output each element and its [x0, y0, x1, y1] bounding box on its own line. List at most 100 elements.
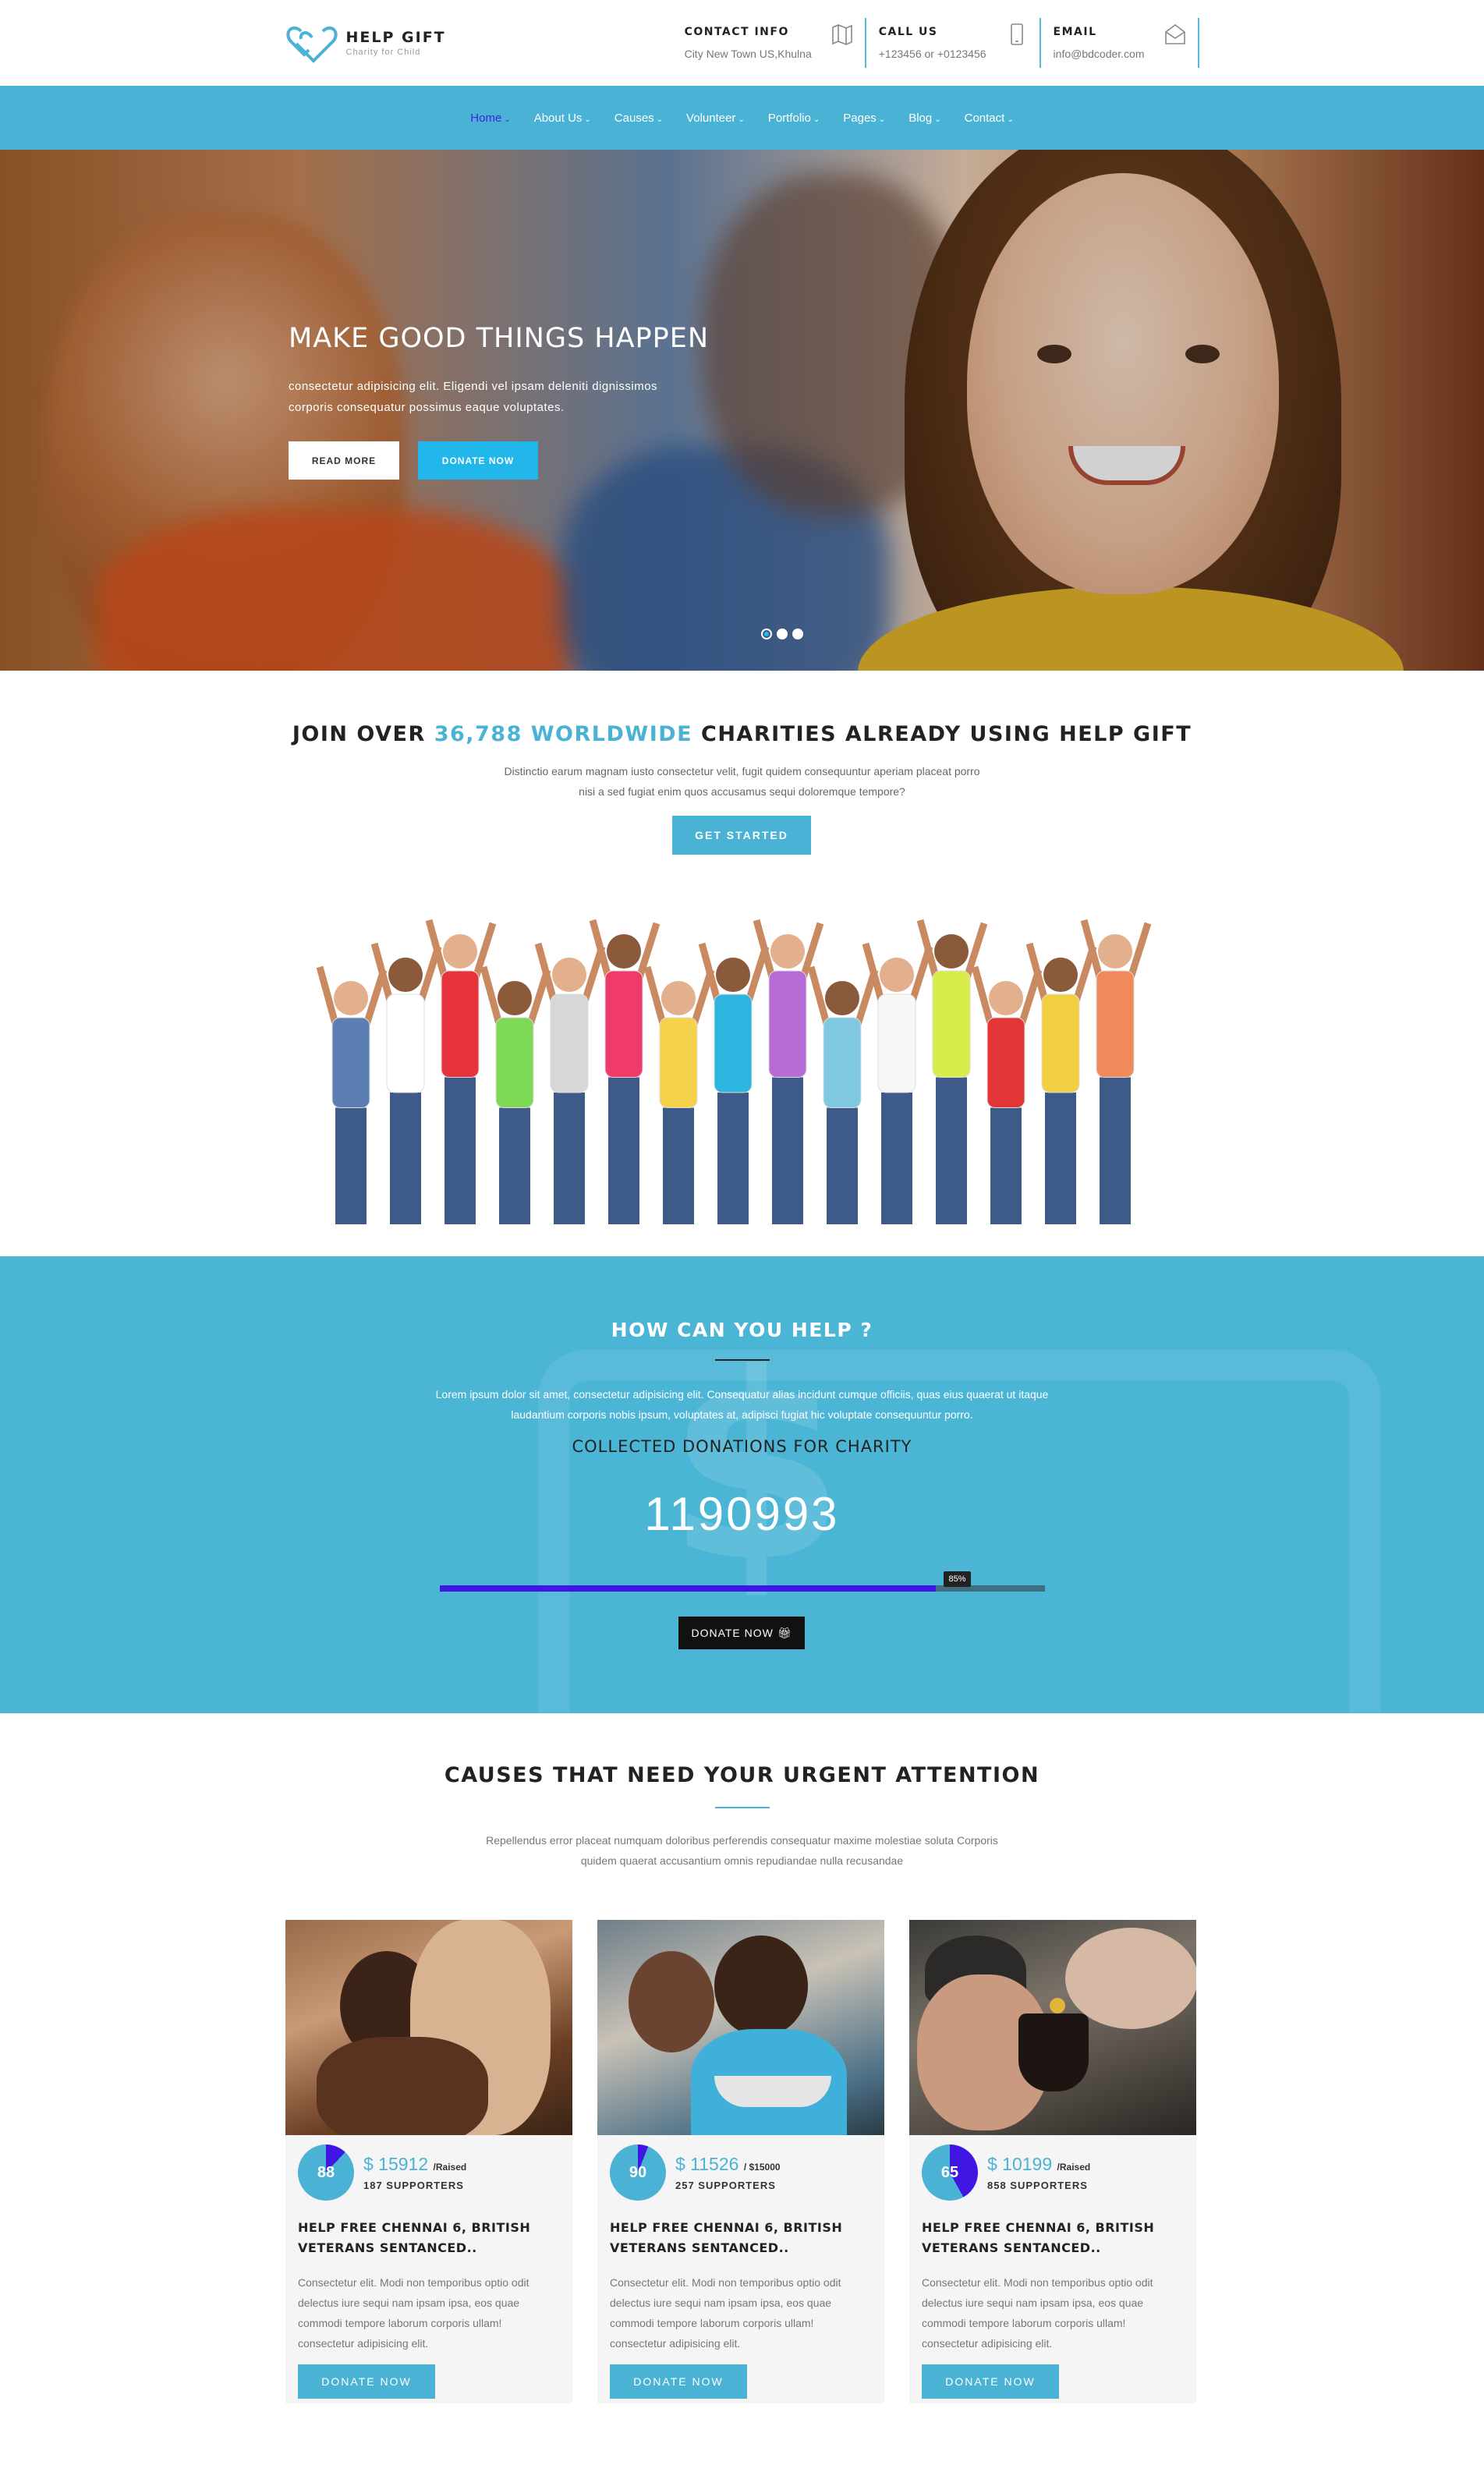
crowd-jeans: [717, 1093, 749, 1224]
crowd-head: [388, 958, 423, 992]
hero-donate-button[interactable]: DONATE NOW: [418, 441, 538, 480]
help-donate-button[interactable]: DONATE NOW 🎁︎: [678, 1617, 805, 1649]
raised-amount-suffix: /Raised: [433, 2162, 467, 2173]
crowd-jeans: [444, 1077, 476, 1224]
chevron-down-icon: ⌄: [504, 115, 511, 124]
cause-card: 65 $ 10199 /Raised 858 SUPPORTERS HELP F…: [909, 1920, 1196, 2403]
join-description: Distinctio earum magnam iusto consectetu…: [0, 761, 1484, 802]
crowd-person: [425, 919, 497, 1224]
crowd-head: [934, 934, 969, 969]
nav-item-volunteer[interactable]: Volunteer ⌄: [675, 112, 756, 125]
cause-stats: 90 $ 11526 / $15000 257 SUPPORTERS: [610, 2144, 872, 2201]
photo-child-body: [317, 2037, 488, 2135]
crowd-head: [770, 934, 805, 969]
divider: [715, 1359, 770, 1361]
hero-title: MAKE GOOD THINGS HAPPEN: [289, 323, 710, 354]
crowd-person: [916, 919, 988, 1224]
slider-dot[interactable]: [777, 629, 788, 639]
crowd-head: [989, 981, 1023, 1015]
contact-email: EMAIL info@bdcoder.com: [1041, 18, 1199, 68]
cause-card-body: 65 $ 10199 /Raised 858 SUPPORTERS HELP F…: [909, 2135, 1196, 2408]
contact-call: CALL US +123456 or +0123456: [866, 18, 1041, 68]
photo-adult-head: [629, 1951, 714, 2052]
nav-item-about[interactable]: About Us ⌄: [522, 112, 603, 125]
logo[interactable]: HELP GIFT Charity for Child: [285, 20, 446, 66]
nav-item-pages[interactable]: Pages ⌄: [831, 112, 897, 125]
crowd-jeans: [663, 1107, 694, 1224]
cause-image[interactable]: [597, 1920, 884, 2135]
crowd-photo: [289, 858, 1178, 1248]
nav-item-causes[interactable]: Causes ⌄: [603, 112, 675, 125]
nav-item-label: Portfolio: [767, 111, 811, 125]
hero-description: consectetur adipisicing elit. Eligendi v…: [289, 376, 756, 418]
chevron-down-icon: ⌄: [934, 115, 941, 124]
nav-item-home[interactable]: Home ⌄: [459, 112, 522, 125]
main-nav: Home ⌄ About Us ⌄ Causes ⌄ Volunteer ⌄ Portf…: [0, 86, 1484, 150]
crowd-person: [316, 965, 388, 1224]
cause-stats: 88 $ 15912 /Raised 187 SUPPORTERS: [298, 2144, 560, 2201]
nav-item-blog[interactable]: Blog ⌄: [897, 112, 952, 125]
raised-amount: $ 15912 /Raised: [363, 2154, 466, 2175]
nav-item-label: Home: [470, 111, 502, 125]
cause-donate-button[interactable]: DONATE NOW: [610, 2364, 747, 2399]
raised-amount-value: $ 15912: [363, 2154, 429, 2174]
chevron-down-icon: ⌄: [656, 115, 664, 124]
dollar-icon: $: [667, 1319, 846, 1618]
causes-desc-line: quidem quaerat accusantium omnis repudia…: [580, 1854, 904, 1867]
crowd-head: [825, 981, 859, 1015]
cause-donate-button[interactable]: DONATE NOW: [298, 2364, 435, 2399]
photo-bowl: [714, 2076, 831, 2107]
heart-logo-icon: [285, 26, 338, 63]
cause-donate-button[interactable]: DONATE NOW: [922, 2364, 1059, 2399]
crowd-shirt: [986, 1017, 1025, 1108]
photo-coin: [1050, 1998, 1065, 2013]
supporters-count: 858 SUPPORTERS: [987, 2180, 1088, 2191]
contact-info: CONTACT INFO City New Town US,Khulna: [685, 18, 866, 68]
crowd-person: [807, 965, 879, 1224]
crowd-shirt: [386, 993, 425, 1093]
join-desc-line: Distinctio earum magnam iusto consectetu…: [504, 765, 980, 777]
cause-title[interactable]: HELP FREE CHENNAI 6, BRITISH VETERANS SE…: [610, 2218, 872, 2258]
crowd-jeans: [554, 1093, 585, 1224]
pie-percent: 88: [317, 2163, 335, 2181]
slider-dot[interactable]: [792, 629, 803, 639]
crowd-person: [1080, 919, 1152, 1224]
nav-item-label: Pages: [843, 111, 877, 125]
nav-item-contact[interactable]: Contact ⌄: [953, 112, 1025, 125]
join-section: JOIN OVER 36,788 WORLDWIDE CHARITIES ALR…: [0, 671, 1484, 1256]
crowd-person: [753, 919, 824, 1224]
crowd-head: [1043, 958, 1078, 992]
cause-image[interactable]: [285, 1920, 572, 2135]
email-value[interactable]: info@bdcoder.com: [1054, 48, 1145, 60]
crowd-jeans: [499, 1107, 530, 1224]
get-started-button[interactable]: GET STARTED: [672, 816, 811, 855]
help-desc-line: laudantium corporis nobis ipsum, volupta…: [511, 1408, 973, 1421]
read-more-button[interactable]: READ MORE: [289, 441, 399, 480]
hero-content: MAKE GOOD THINGS HAPPEN consectetur adip…: [289, 323, 756, 480]
nav-list: Home ⌄ About Us ⌄ Causes ⌄ Volunteer ⌄ Portf…: [459, 112, 1025, 125]
cause-title[interactable]: HELP FREE CHENNAI 6, BRITISH VETERANS SE…: [298, 2218, 560, 2258]
supporters-count: 187 SUPPORTERS: [363, 2180, 464, 2191]
crowd-shirt: [604, 970, 643, 1078]
top-header: HELP GIFT Charity for Child CONTACT INFO…: [0, 0, 1484, 86]
nav-item-portfolio[interactable]: Portfolio ⌄: [756, 112, 831, 125]
call-value[interactable]: +123456 or +0123456: [879, 48, 986, 60]
cause-stats: 65 $ 10199 /Raised 858 SUPPORTERS: [922, 2144, 1184, 2201]
nav-item-label: Contact: [964, 111, 1005, 125]
join-title-pre: JOIN OVER: [292, 722, 426, 746]
cause-card-body: 90 $ 11526 / $15000 257 SUPPORTERS HELP …: [597, 2135, 884, 2408]
raised-amount-value: $ 10199: [987, 2154, 1053, 2174]
raised-amount-suffix: /Raised: [1057, 2162, 1091, 2173]
cause-title[interactable]: HELP FREE CHENNAI 6, BRITISH VETERANS SE…: [922, 2218, 1184, 2258]
cause-image[interactable]: [909, 1920, 1196, 2135]
cause-text: Consectetur elit. Modi non temporibus op…: [298, 2276, 529, 2350]
call-title: CALL US: [878, 26, 938, 38]
crowd-person: [862, 942, 933, 1224]
crowd-head: [716, 958, 750, 992]
help-desc-line: Lorem ipsum dolor sit amet, consectetur …: [435, 1388, 1049, 1401]
slider-dot-active[interactable]: [761, 629, 772, 639]
crowd-shirt: [550, 993, 589, 1093]
pie-percent: 65: [940, 2163, 959, 2181]
causes-description: Repellendus error placeat numquam dolori…: [0, 1830, 1484, 1871]
progress-label: 85%: [944, 1571, 971, 1587]
